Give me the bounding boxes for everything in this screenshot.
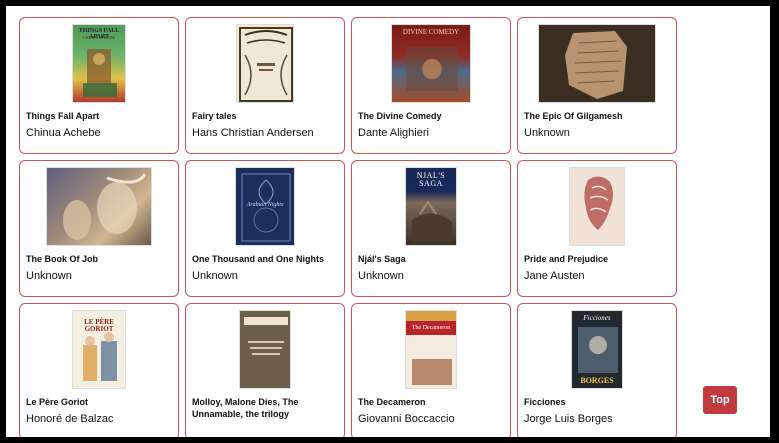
book-title: Pride and Prejudice — [524, 254, 609, 264]
book-cover-image — [239, 310, 291, 389]
book-cover-image: DIVINE COMEDY — [391, 24, 471, 103]
book-title: The Decameron — [358, 397, 426, 407]
book-card[interactable]: Pride and Prejudice Jane Austen — [517, 160, 677, 297]
book-card[interactable]: The Epic Of Gilgamesh Unknown — [517, 17, 677, 154]
book-cover-image — [538, 24, 656, 103]
book-author: Jane Austen — [524, 270, 585, 282]
book-title: Things Fall Apart — [26, 111, 100, 121]
book-cover-image — [236, 24, 294, 103]
cover-illustration — [244, 317, 288, 355]
cover-illustration — [83, 49, 117, 97]
book-title: Njál's Saga — [358, 254, 406, 264]
book-card[interactable]: The Decameron The Decameron Giovanni Boc… — [351, 303, 511, 437]
book-author: Unknown — [26, 270, 72, 282]
cover-illustration — [412, 200, 452, 242]
book-title: One Thousand and One Nights — [192, 254, 325, 264]
book-author: Dante Alighieri — [358, 127, 429, 139]
book-author: Unknown — [192, 270, 238, 282]
book-title: Le Père Goriot — [26, 397, 89, 407]
cover-title-text: Arabian Nights — [246, 202, 284, 208]
book-author: Honoré de Balzac — [26, 413, 114, 425]
book-card[interactable]: Ficciones BORGES Ficciones Jorge Luis Bo… — [517, 303, 677, 437]
book-grid: THINGS FALL APART CHINUA ACHEBE Things F… — [19, 17, 677, 437]
book-author: Unknown — [358, 270, 404, 282]
cover-illustration — [239, 27, 293, 102]
book-title: Fairy tales — [192, 111, 237, 121]
book-cover-image: The Decameron — [405, 310, 457, 389]
book-title: The Epic Of Gilgamesh — [524, 111, 623, 121]
book-author: Giovanni Boccaccio — [358, 413, 455, 425]
scroll-to-top-button[interactable]: Top — [703, 386, 737, 414]
book-author: Chinua Achebe — [26, 127, 101, 139]
cover-author-text: BORGES — [580, 376, 614, 385]
cover-illustration — [83, 332, 117, 381]
book-card[interactable]: THINGS FALL APART CHINUA ACHEBE Things F… — [19, 17, 179, 154]
book-cover-image: LE PÈRE GORIOT — [72, 310, 126, 389]
book-card[interactable]: Molloy, Malone Dies, The Unnamable, the … — [185, 303, 345, 437]
book-card[interactable]: The Book Of Job Unknown — [19, 160, 179, 297]
cover-illustration — [406, 47, 458, 91]
book-cover-image: Ficciones BORGES — [571, 310, 623, 389]
book-card[interactable]: LE PÈRE GORIOT Le Père Goriot Honoré de … — [19, 303, 179, 437]
book-author: Hans Christian Andersen — [192, 127, 314, 139]
book-cover-image: THINGS FALL APART CHINUA ACHEBE — [72, 24, 126, 103]
book-author: Unknown — [524, 127, 570, 139]
cover-illustration — [565, 31, 627, 99]
window-frame: THINGS FALL APART CHINUA ACHEBE Things F… — [0, 0, 779, 443]
book-card[interactable]: Fairy tales Hans Christian Andersen — [185, 17, 345, 154]
book-cover-image — [46, 167, 152, 246]
book-cover-image — [569, 167, 625, 246]
book-card[interactable]: DIVINE COMEDY The Divine Comedy Dante Al… — [351, 17, 511, 154]
cover-illustration — [584, 176, 613, 230]
page-viewport: THINGS FALL APART CHINUA ACHEBE Things F… — [6, 6, 770, 437]
book-card[interactable]: Arabian Nights One Thousand and One Nigh… — [185, 160, 345, 297]
book-cover-image: Arabian Nights — [235, 167, 295, 246]
book-title: Ficciones — [524, 397, 566, 407]
book-card[interactable]: NJAL'S SAGA Njál's Saga Unknown — [351, 160, 511, 297]
cover-illustration — [406, 311, 456, 385]
book-author: Jorge Luis Borges — [524, 413, 613, 425]
cover-illustration — [63, 173, 147, 240]
book-title: The Book Of Job — [26, 254, 98, 264]
book-title: The Divine Comedy — [358, 111, 442, 121]
cover-title-text: The Decameron — [411, 325, 451, 331]
book-title: Molloy, Malone Dies, The Unnamable, the … — [192, 397, 299, 419]
book-cover-image: NJAL'S SAGA — [405, 167, 457, 246]
